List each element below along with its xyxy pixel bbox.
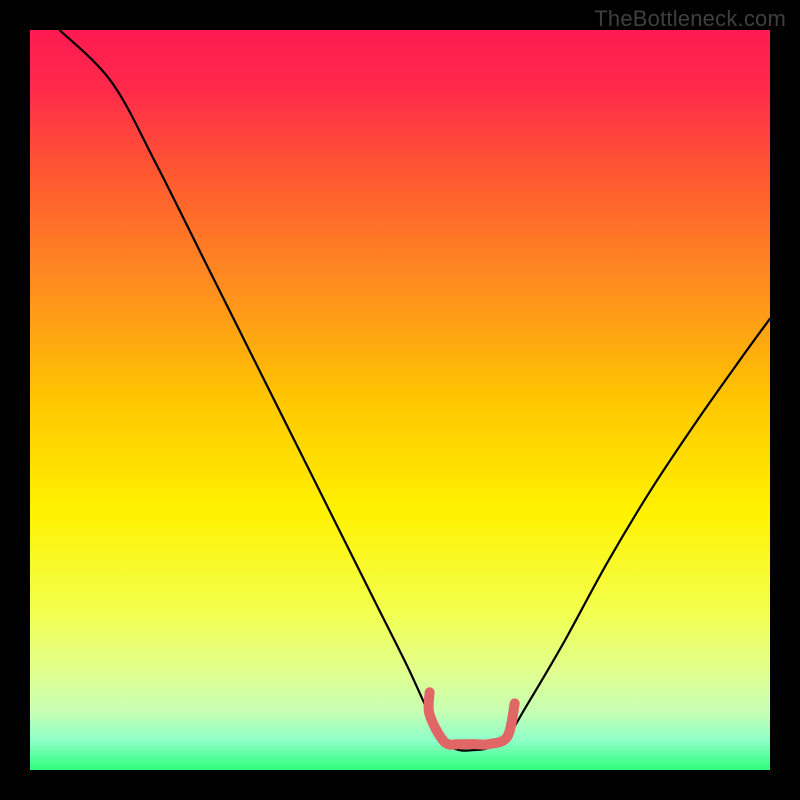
- plot-area: [30, 30, 770, 770]
- chart-svg: [30, 30, 770, 770]
- gradient-background: [30, 30, 770, 770]
- chart-container: TheBottleneck.com: [0, 0, 800, 800]
- watermark-text: TheBottleneck.com: [594, 6, 786, 32]
